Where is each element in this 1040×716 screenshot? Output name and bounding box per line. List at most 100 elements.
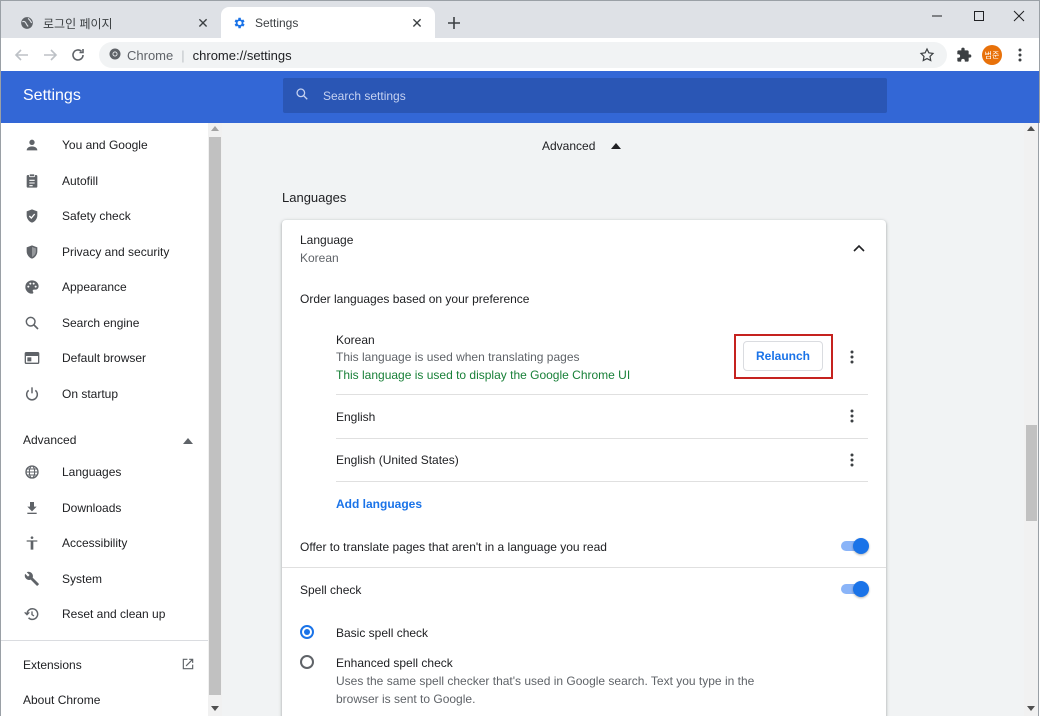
sidebar-item-label: Languages: [62, 465, 122, 479]
enhanced-spell-description: browser is sent to Google.: [336, 692, 476, 706]
separator: |: [181, 47, 185, 63]
sidebar-item-label: Autofill: [62, 174, 99, 188]
browser-menu-button[interactable]: [1010, 45, 1030, 65]
profile-avatar[interactable]: 범준: [982, 45, 1002, 65]
sidebar-item-you-and-google[interactable]: You and Google: [1, 127, 209, 163]
browser-icon: [23, 349, 41, 367]
sidebar-item-default-browser[interactable]: Default browser: [1, 340, 209, 376]
sidebar-item-label: Safety check: [62, 209, 131, 223]
gear-icon: [231, 15, 247, 31]
search-box[interactable]: [283, 78, 887, 113]
section-title: Languages: [282, 190, 347, 205]
language-item-name: English (United States): [336, 453, 459, 467]
close-icon[interactable]: ✕: [195, 15, 211, 31]
sidebar-item-downloads[interactable]: Downloads: [1, 490, 209, 526]
sidebar-item-label: Downloads: [62, 501, 122, 515]
basic-spell-label: Basic spell check: [336, 626, 429, 640]
sidebar-item-appearance[interactable]: Appearance: [1, 269, 209, 305]
sidebar-item-accessibility[interactable]: Accessibility: [1, 525, 209, 561]
sidebar-item-label: Default browser: [62, 351, 147, 365]
sidebar-item-search-engine[interactable]: Search engine: [1, 305, 209, 341]
page-title: Settings: [23, 87, 81, 104]
close-icon[interactable]: ✕: [409, 15, 425, 31]
settings-sidebar: You and Google Autofill Safety check Pri…: [0, 123, 209, 716]
origin-label: Chrome: [127, 47, 174, 63]
sidebar-advanced-toggle[interactable]: Advanced: [23, 430, 193, 450]
history-icon: [23, 605, 41, 623]
sidebar-item-on-startup[interactable]: On startup: [1, 376, 209, 412]
scroll-up-arrow-icon: [1027, 126, 1035, 131]
sidebar-item-about-chrome[interactable]: About Chrome: [1, 682, 209, 716]
bookmark-star-icon[interactable]: [919, 47, 935, 63]
main-scrollbar[interactable]: [1024, 123, 1039, 716]
reload-button[interactable]: [65, 42, 91, 68]
close-icon: [1013, 10, 1025, 22]
forward-button[interactable]: [37, 42, 63, 68]
sidebar-item-reset[interactable]: Reset and clean up: [1, 596, 209, 632]
maximize-button[interactable]: [957, 1, 1001, 31]
sidebar-item-system[interactable]: System: [1, 561, 209, 597]
maximize-icon: [974, 11, 984, 21]
offer-translate-toggle[interactable]: [839, 538, 869, 554]
sidebar-item-extensions[interactable]: Extensions: [1, 647, 195, 683]
back-button[interactable]: [9, 42, 35, 68]
caret-up-icon: [611, 143, 622, 149]
palette-icon: [23, 278, 41, 296]
language-item-name: English: [336, 410, 376, 424]
kebab-menu-icon: [1018, 48, 1022, 62]
window-close-button[interactable]: [997, 1, 1040, 31]
globe-icon: [19, 15, 35, 31]
languages-card: Language Korean Order languages based on…: [282, 220, 886, 716]
sidebar-item-label: System: [62, 572, 103, 586]
sidebar-item-autofill[interactable]: Autofill: [1, 163, 209, 199]
enhanced-spell-radio[interactable]: [300, 655, 314, 669]
minimize-icon: [932, 15, 942, 17]
sidebar-item-privacy[interactable]: Privacy and security: [1, 234, 209, 270]
language-item-name: Korean: [336, 333, 375, 347]
toggle-knob: [853, 581, 869, 597]
sidebar-scrollbar[interactable]: [208, 123, 222, 716]
open-in-new-icon: [181, 657, 195, 674]
extensions-puzzle-icon[interactable]: [954, 45, 974, 65]
address-bar[interactable]: Chrome | chrome://settings: [99, 42, 947, 68]
sidebar-item-label: Search engine: [62, 316, 140, 330]
collapse-language-button[interactable]: [849, 238, 869, 258]
tab-login-page[interactable]: 로그인 페이지 ✕: [9, 7, 221, 39]
language-menu-button[interactable]: [842, 450, 862, 470]
order-languages-label: Order languages based on your preference: [300, 292, 530, 306]
person-icon: [23, 136, 41, 154]
browser-toolbar: Chrome | chrome://settings 범준: [0, 38, 1040, 71]
sidebar-item-label: On startup: [62, 387, 119, 401]
divider: [336, 481, 868, 482]
spell-check-toggle[interactable]: [839, 581, 869, 597]
tab-settings[interactable]: Settings ✕: [221, 7, 435, 39]
language-menu-button[interactable]: [842, 406, 862, 426]
relaunch-button[interactable]: Relaunch: [743, 341, 823, 371]
minimize-button[interactable]: [915, 1, 959, 31]
language-item-ui-note: This language is used to display the Goo…: [336, 368, 631, 382]
search-icon: [295, 87, 309, 104]
search-input[interactable]: [323, 88, 823, 103]
reload-icon: [72, 49, 84, 61]
sidebar-scrollbar-thumb[interactable]: [209, 137, 221, 695]
language-menu-button[interactable]: [842, 347, 862, 367]
basic-spell-radio[interactable]: [300, 625, 314, 639]
settings-header: Settings: [0, 71, 1040, 123]
shield-check-icon: [23, 207, 41, 225]
sidebar-item-label: About Chrome: [23, 693, 101, 707]
kebab-menu-icon: [850, 453, 854, 467]
sidebar-item-languages[interactable]: Languages: [1, 454, 209, 490]
add-languages-link[interactable]: Add languages: [336, 497, 422, 511]
divider: [282, 567, 886, 568]
main-scrollbar-thumb[interactable]: [1026, 425, 1037, 521]
tab-title: Settings: [255, 16, 299, 30]
sidebar-item-safety-check[interactable]: Safety check: [1, 198, 209, 234]
clipboard-icon: [23, 172, 41, 190]
wrench-icon: [23, 570, 41, 588]
chrome-logo-icon: [109, 48, 121, 63]
divider: [336, 394, 868, 395]
advanced-toggle[interactable]: Advanced: [542, 139, 622, 153]
tab-title: 로그인 페이지: [43, 16, 113, 31]
new-tab-button[interactable]: [443, 12, 465, 34]
sidebar-item-label: Appearance: [62, 280, 127, 294]
